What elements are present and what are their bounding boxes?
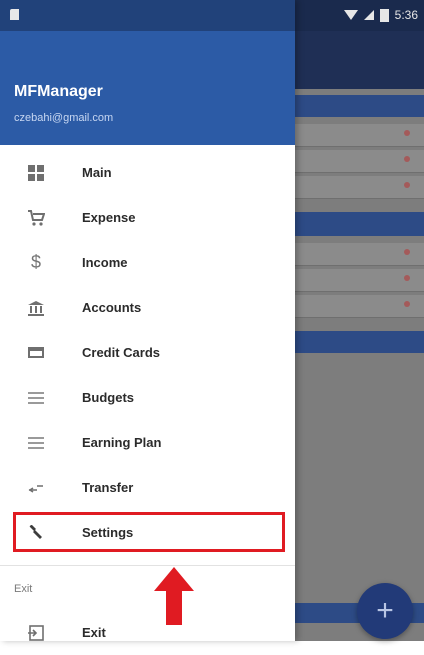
value-dot [404,130,410,136]
menu-item-label: Earning Plan [82,435,162,450]
dollar-icon: $ [30,252,41,272]
list-row [295,269,424,292]
list-icon [25,387,47,409]
list-row [295,124,424,147]
menu-item-exit[interactable]: Exit [0,610,295,655]
list-row [295,243,424,266]
drawer-status-bar [0,0,295,31]
section-band [295,95,424,117]
red-up-arrow-annotation [154,567,194,625]
value-dot [404,301,410,307]
value-dot [404,275,410,281]
menu-item-expense[interactable]: Expense [0,195,295,240]
menu-item-label: Main [82,165,112,180]
section-band [295,331,424,353]
app-name: MFManager [14,83,103,100]
navigation-drawer: MFManager czebahi@gmail.com Main Expense… [0,0,295,641]
section-band [295,212,424,236]
menu-item-label: Budgets [82,390,134,405]
add-fab-button[interactable]: + [357,583,413,639]
menu-item-budgets[interactable]: Budgets [0,375,295,420]
menu-divider [0,565,295,566]
menu-item-label: Transfer [82,480,134,495]
cart-icon [25,207,47,229]
account-email: czebahi@gmail.com [14,112,114,124]
value-dot [404,249,410,255]
wifi-icon [343,10,358,20]
value-dot [404,182,410,188]
menu-item-label: Exit [82,625,106,640]
credit-card-icon [25,342,47,364]
menu-item-main[interactable]: Main [0,150,295,195]
menu-item-label: Income [82,255,128,270]
exit-section-label: Exit [14,583,33,595]
list-row [295,176,424,199]
drawer-header: MFManager czebahi@gmail.com [0,0,295,145]
list-row [295,150,424,173]
dashboard-icon [25,162,47,184]
value-dot [404,156,410,162]
menu-item-credit-cards[interactable]: Credit Cards [0,330,295,375]
menu-item-transfer[interactable]: Transfer [0,465,295,510]
menu-item-label: Credit Cards [82,345,161,360]
list-icon [25,432,47,454]
transfer-icon [25,477,47,499]
sd-card-icon [10,9,19,20]
status-time: 5:36 [394,8,418,22]
battery-icon [379,8,389,22]
list-row [295,295,424,318]
menu-item-accounts[interactable]: Accounts [0,285,295,330]
exit-icon [25,622,47,644]
menu-item-label: Accounts [82,300,142,315]
signal-icon [363,10,374,20]
menu-item-income[interactable]: $ Income [0,240,295,285]
menu-item-earning-plan[interactable]: Earning Plan [0,420,295,465]
bank-icon [25,297,47,319]
menu-item-label: Expense [82,210,136,225]
settings-highlight-box [13,512,285,552]
